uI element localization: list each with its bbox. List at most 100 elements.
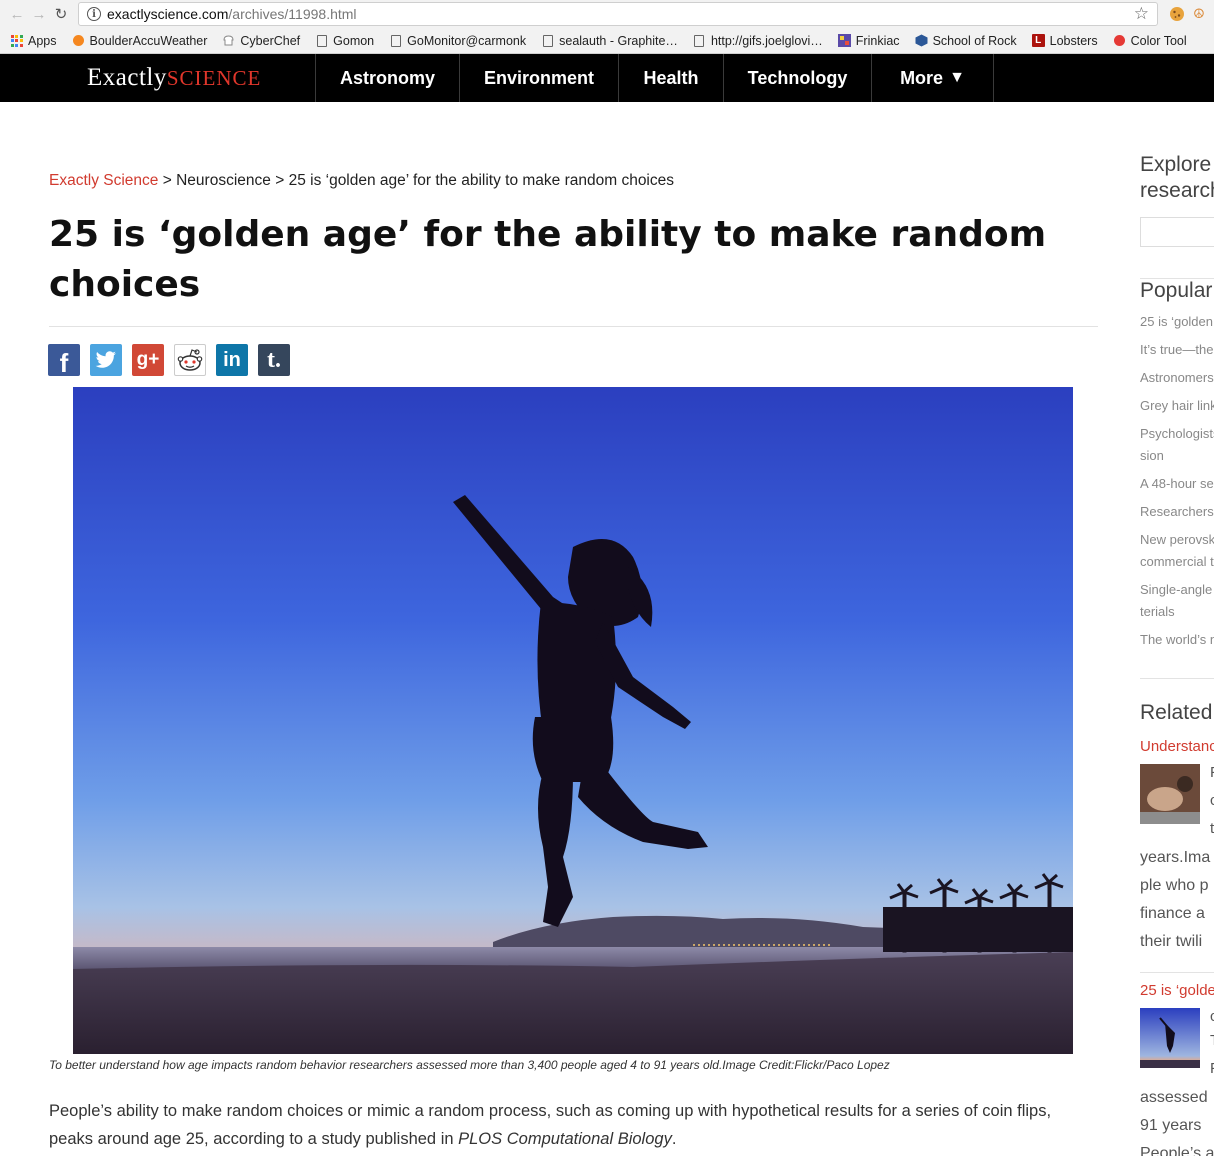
journal-name: PLOS Computational Biology xyxy=(458,1130,672,1148)
article-title: 25 is ‘golden age’ for the ability to ma… xyxy=(49,214,1047,305)
nav-technology[interactable]: Technology xyxy=(724,54,872,102)
sun-icon xyxy=(72,34,85,47)
twitter-share-button[interactable] xyxy=(90,344,122,376)
hero-photo xyxy=(73,387,1073,1054)
dropdown-triangle-icon: ▼ xyxy=(949,69,965,86)
bookmark-label: sealauth - Graphite… xyxy=(559,33,678,48)
reddit-alien-icon xyxy=(177,349,203,371)
bookmark-color-tool[interactable]: Color Tool xyxy=(1113,34,1187,48)
facebook-share-button[interactable]: f xyxy=(48,344,80,378)
bookmark-label: GoMonitor@carmonk xyxy=(407,33,527,48)
bookmark-label: School of Rock xyxy=(932,33,1017,48)
related-snippet-line: 91 years xyxy=(1140,1117,1202,1134)
sidebar-divider xyxy=(1140,972,1214,973)
related-thumbnail[interactable] xyxy=(1140,1008,1200,1068)
reload-icon[interactable]: ↻ xyxy=(50,3,72,25)
nav-astronomy[interactable]: Astronomy xyxy=(316,54,460,102)
browser-toolbar: ← → ↻ i exactlyscience.com/archives/1199… xyxy=(0,0,1214,28)
url-host: exactlyscience.com xyxy=(107,6,229,22)
bookmark-label: Lobsters xyxy=(1049,33,1098,48)
popular-link[interactable]: Astronomers xyxy=(1140,367,1214,389)
forward-arrow-icon[interactable]: → xyxy=(28,3,50,25)
sidebar-popular-heading: Popular xyxy=(1140,279,1213,302)
related-thumbnail[interactable] xyxy=(1140,764,1200,824)
sidebar-search-input[interactable] xyxy=(1140,217,1214,247)
linkedin-share-button[interactable]: in xyxy=(216,344,248,376)
site-navigation: Exactly SCIENCE Astronomy Environment Hea… xyxy=(0,54,1214,102)
related-snippet-line: finance a xyxy=(1140,905,1205,922)
related-article-title[interactable]: 25 is ‘golde xyxy=(1140,982,1214,999)
bookmark-gifs[interactable]: http://gifs.joelglovi… xyxy=(693,34,823,48)
site-logo[interactable]: Exactly SCIENCE xyxy=(0,54,316,102)
color-icon xyxy=(1113,34,1126,47)
popular-link[interactable]: 25 is ‘golden xyxy=(1140,311,1213,333)
facebook-icon: f xyxy=(59,347,69,378)
bookmark-label: CyberChef xyxy=(240,33,301,48)
popular-link[interactable]: A 48-hour se xyxy=(1140,473,1214,495)
page-icon xyxy=(315,34,328,47)
image-caption: To better understand how age impacts ran… xyxy=(49,1058,890,1072)
sidebar: Explore research Popular 25 is ‘golden I… xyxy=(1140,102,1214,1156)
bookmark-gomonitor[interactable]: GoMonitor@carmonk xyxy=(389,34,526,48)
bookmark-school-of-rock[interactable]: School of Rock xyxy=(915,34,1017,48)
popular-link[interactable]: It’s true—the xyxy=(1140,339,1213,361)
linkedin-icon: in xyxy=(223,348,241,371)
nav-more-label: More xyxy=(900,67,944,88)
bookmark-boulder-accuweather[interactable]: BoulderAccuWeather xyxy=(72,34,207,48)
nav-environment[interactable]: Environment xyxy=(460,54,619,102)
related-article-title[interactable]: Understanc xyxy=(1140,738,1214,755)
page-icon xyxy=(389,34,402,47)
bookmark-cyberchef[interactable]: CyberChef xyxy=(222,34,300,48)
breadcrumb-section-link[interactable]: Neuroscience xyxy=(176,172,271,189)
related-snippet-line: People’s a xyxy=(1140,1145,1214,1156)
nav-more[interactable]: More ▼ xyxy=(872,54,994,102)
bookmark-lobsters[interactable]: L Lobsters xyxy=(1031,33,1098,48)
popular-link[interactable]: The world’s n xyxy=(1140,629,1214,651)
popular-link[interactable]: Single-angle xyxy=(1140,579,1212,601)
related-snippet-fragment: c xyxy=(1210,792,1214,809)
breadcrumb-home-link[interactable]: Exactly Science xyxy=(49,172,158,189)
reddit-share-button[interactable] xyxy=(174,344,206,376)
cookie-extension-icon[interactable] xyxy=(1168,5,1186,23)
popular-link[interactable]: terials xyxy=(1140,601,1175,623)
extension-icon[interactable]: ☮ xyxy=(1190,5,1208,23)
popular-link[interactable]: New perovsk xyxy=(1140,529,1214,551)
nav-health[interactable]: Health xyxy=(619,54,724,102)
bookmark-label: http://gifs.joelglovi… xyxy=(710,33,823,48)
related-snippet-fragment: F xyxy=(1210,1060,1214,1077)
popular-link[interactable]: commercial t xyxy=(1140,551,1214,573)
article-body-paragraph: People’s ability to make random choices … xyxy=(49,1097,1099,1153)
related-snippet-line: assessed xyxy=(1140,1089,1208,1106)
bookmark-star-icon[interactable]: ☆ xyxy=(1134,4,1149,24)
popular-link[interactable]: Grey hair link xyxy=(1140,395,1214,417)
breadcrumb-separator: > xyxy=(162,172,172,189)
bookmark-label: Apps xyxy=(28,33,57,48)
bookmark-frinkiac[interactable]: Frinkiac xyxy=(837,33,900,48)
breadcrumb: Exactly Science > Neuroscience > 25 is ‘… xyxy=(49,172,674,190)
bookmark-gomon[interactable]: Gomon xyxy=(315,34,374,48)
bookmark-apps[interactable]: Apps xyxy=(10,34,57,48)
popular-link[interactable]: sion xyxy=(1140,445,1164,467)
popular-link[interactable]: Psychologists xyxy=(1140,423,1214,445)
lobsters-icon: L xyxy=(1031,34,1045,47)
sidebar-explore-heading: Explore research xyxy=(1140,152,1214,204)
body-text-end: . xyxy=(671,1130,677,1148)
address-bar[interactable]: i exactlyscience.com/archives/11998.html… xyxy=(78,2,1158,26)
cube-icon xyxy=(915,34,928,47)
breadcrumb-separator: > xyxy=(275,172,285,189)
url-path: /archives/11998.html xyxy=(228,6,357,22)
info-icon[interactable]: i xyxy=(87,7,101,21)
bookmark-label: Frinkiac xyxy=(855,33,900,48)
related-snippet-line: years.Ima xyxy=(1140,849,1211,866)
related-snippet-fragment: c xyxy=(1210,1008,1214,1025)
page-icon xyxy=(693,34,706,47)
bookmark-label: Color Tool xyxy=(1130,33,1187,48)
frinkiac-icon xyxy=(837,34,851,47)
tumblr-share-button[interactable]: t. xyxy=(258,344,290,376)
popular-link[interactable]: Researchers xyxy=(1140,501,1214,523)
back-arrow-icon[interactable]: ← xyxy=(6,3,28,25)
google-plus-share-button[interactable]: g+ xyxy=(132,344,164,376)
explore-heading-line2: research xyxy=(1140,179,1214,202)
related-snippet-line: their twili xyxy=(1140,933,1203,950)
bookmark-sealauth[interactable]: sealauth - Graphite… xyxy=(541,34,678,48)
